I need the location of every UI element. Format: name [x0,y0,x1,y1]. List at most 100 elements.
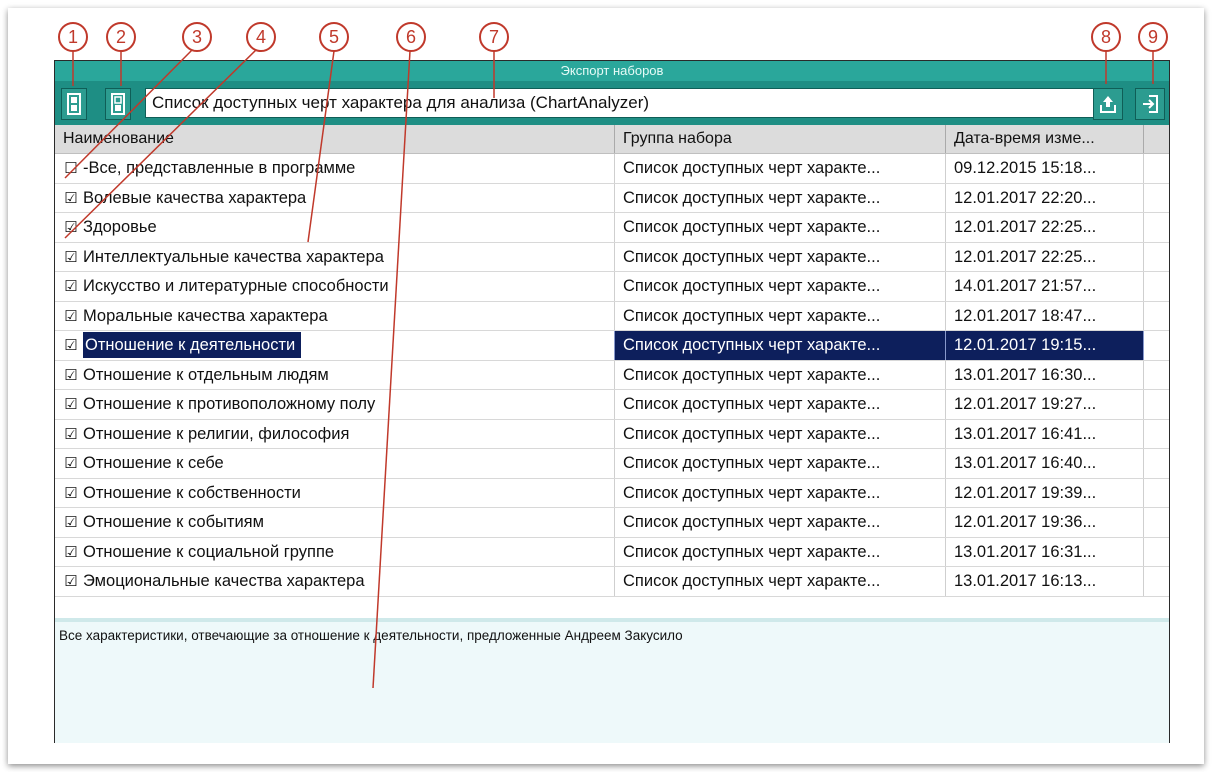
row-name: Эмоциональные качества характера [83,572,365,590]
row-checkbox[interactable]: ☑ [63,214,79,242]
table-row[interactable]: ☑ Эмоциональные качества характера Список … [55,567,1169,597]
callout-3: 3 [182,22,212,52]
row-name-cell: ☑ Здоровье [55,213,615,242]
row-date: 12.01.2017 22:20... [946,183,1144,212]
table-row[interactable]: ☑ Отношение к отдельным людям Список досту… [55,360,1169,390]
row-checkbox[interactable]: ☑ [63,244,79,272]
table-header: Наименование Группа набора Дата-время из… [55,125,1169,154]
column-header-name[interactable]: Наименование [55,125,615,153]
row-date: 12.01.2017 19:39... [946,478,1144,507]
row-checkbox[interactable]: ☑ [63,185,79,213]
row-name: Отношение к отдельным людям [83,365,329,384]
row-name-cell: ☑ Эмоциональные качества характера [55,567,615,596]
row-date: 13.01.2017 16:40... [946,449,1144,478]
row-group: Список доступных черт характе... [615,567,946,596]
row-group: Список доступных черт характе... [615,360,946,389]
row-checkbox[interactable]: ☑ [63,362,79,390]
table-row[interactable]: ☑ Отношение к собственности Список доступн… [55,478,1169,508]
row-group: Список доступных черт характе... [615,183,946,212]
check-all-button[interactable] [61,88,87,120]
row-name-cell: ☑ Отношение к социальной группе [55,537,615,567]
toolbar: Список доступных черт характера для анал… [55,81,1169,125]
row-checkbox[interactable]: ☑ [63,539,79,567]
row-name-cell: ☑ Отношение к противоположному полу [55,390,615,419]
table-row[interactable]: ☑ Моральные качества характера Список дост… [55,301,1169,331]
row-checkbox[interactable]: ☑ [63,273,79,301]
row-date: 12.01.2017 22:25... [946,213,1144,242]
row-group: Список доступных черт характе... [615,272,946,301]
row-name: Отношение к себе [83,454,224,472]
row-name: Отношение к деятельности [83,332,302,358]
row-date: 13.01.2017 16:41... [946,419,1144,448]
row-group: Список доступных черт характе... [615,478,946,507]
row-name: Волевые качества характера [83,188,307,207]
set-group-select[interactable]: Список доступных черт характера для анал… [145,88,1120,118]
row-checkbox[interactable]: ☑ [63,509,79,537]
row-checkbox[interactable]: ☑ [63,391,79,419]
row-date: 12.01.2017 19:36... [946,508,1144,537]
table-row[interactable]: ☑ Искусство и литературные способности Спи… [55,272,1169,302]
row-date: 13.01.2017 16:13... [946,567,1144,596]
row-checkbox[interactable]: ☐ [63,155,79,183]
collapse-all-icon [111,93,125,115]
callout-8: 8 [1091,22,1121,52]
table-row[interactable]: ☑ Интеллектуальные качества характера Спис… [55,242,1169,272]
row-name-cell: ☑ Волевые качества характера [55,183,615,213]
table-row[interactable]: ☐ -Все, представленные в программе Список … [55,154,1169,184]
row-checkbox[interactable]: ☑ [63,480,79,508]
table-row[interactable]: ☑ Отношение к социальной группе Список дос… [55,537,1169,567]
callout-2: 2 [106,22,136,52]
row-group: Список доступных черт характе... [615,419,946,448]
table-row[interactable]: ☑ Отношение к деятельности Список доступны… [55,331,1169,361]
row-checkbox[interactable]: ☑ [63,303,79,331]
callout-6: 6 [396,22,426,52]
row-name: Искусство и литературные способности [83,277,389,295]
row-name-cell: ☑ Отношение к собственности [55,478,615,508]
row-group: Список доступных черт характе... [615,390,946,419]
row-name: Отношение к религии, философия [83,424,350,443]
export-button[interactable] [1093,88,1123,120]
column-header-group[interactable]: Группа набора [615,125,946,153]
row-name: Моральные качества характера [83,306,328,325]
callout-4: 4 [246,22,276,52]
export-sets-window: Экспорт наборов Список доступных черт ха… [54,60,1170,743]
table-row[interactable]: ☑ Волевые качества характера Список доступ… [55,183,1169,213]
callout-5: 5 [319,22,349,52]
row-name: Отношение к социальной группе [83,542,335,561]
row-group: Список доступных черт характе... [615,331,946,360]
set-group-select-value: Список доступных черт характера для анал… [152,93,650,112]
row-name: Интеллектуальные качества характера [83,247,384,266]
callout-9: 9 [1138,22,1168,52]
window-title: Экспорт наборов [55,61,1169,81]
uncheck-all-button[interactable] [105,88,131,120]
row-name-cell: ☑ Отношение к себе [55,449,615,478]
row-name: Здоровье [83,218,157,236]
row-name-cell: ☑ Искусство и литературные способности [55,272,615,301]
row-checkbox[interactable]: ☑ [63,450,79,478]
row-checkbox[interactable]: ☑ [63,568,79,596]
table-row[interactable]: ☑ Отношение к событиям Список доступных че… [55,508,1169,538]
row-name-cell: ☑ Интеллектуальные качества характера [55,242,615,272]
table-row[interactable]: ☑ Отношение к противоположному полу Список… [55,390,1169,420]
sets-table[interactable]: Наименование Группа набора Дата-время из… [55,125,1169,618]
table-row[interactable]: ☑ Отношение к религии, философия Список до… [55,419,1169,449]
row-checkbox[interactable]: ☑ [63,332,79,360]
row-group: Список доступных черт характе... [615,537,946,566]
row-group: Список доступных черт характе... [615,301,946,330]
row-date: 12.01.2017 19:27... [946,390,1144,419]
row-group: Список доступных черт характе... [615,154,946,183]
row-name: Отношение к противоположному полу [83,395,376,413]
row-name-cell: ☑ Отношение к деятельности [55,331,615,360]
row-group: Список доступных черт характе... [615,449,946,478]
table-row[interactable]: ☑ Здоровье Список доступных черт характе..… [55,213,1169,243]
row-checkbox[interactable]: ☑ [63,421,79,449]
column-header-date[interactable]: Дата-время изме... [946,125,1144,153]
row-name: -Все, представленные в программе [83,159,356,177]
exit-button[interactable] [1135,88,1165,120]
table-row[interactable]: ☑ Отношение к себе Список доступных черт х… [55,449,1169,479]
row-date: 14.01.2017 21:57... [946,272,1144,301]
row-date: 13.01.2017 16:31... [946,537,1144,566]
set-description: Все характеристики, отвечающие за отноше… [55,618,1169,743]
row-name: Отношение к собственности [83,483,301,502]
row-group: Список доступных черт характе... [615,508,946,537]
